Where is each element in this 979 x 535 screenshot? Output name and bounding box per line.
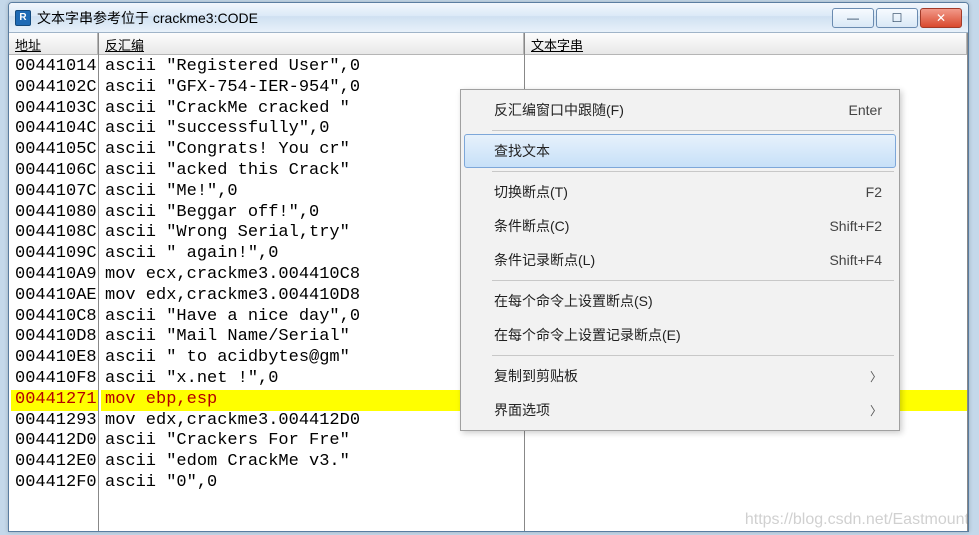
table-row[interactable]: 00441014 bbox=[11, 57, 98, 78]
app-icon: R bbox=[15, 10, 31, 26]
menu-shortcut: Shift+F2 bbox=[829, 218, 882, 234]
table-row[interactable]: ascii "0",0 bbox=[101, 473, 524, 494]
chevron-right-icon: 〉 bbox=[870, 368, 882, 385]
table-row[interactable]: ascii "Crackers For Fre" bbox=[101, 431, 524, 452]
header-text[interactable]: 文本字串 bbox=[525, 33, 967, 55]
menu-separator bbox=[492, 130, 894, 131]
table-row[interactable] bbox=[527, 431, 967, 452]
table-row[interactable]: 004410C8 bbox=[11, 307, 98, 328]
table-row[interactable]: 004412E0 bbox=[11, 452, 98, 473]
table-row[interactable]: 0044107C bbox=[11, 182, 98, 203]
menu-item[interactable]: 复制到剪贴板 〉 bbox=[464, 359, 896, 393]
context-menu: 反汇编窗口中跟随(F) Enter 查找文本切换断点(T) F2 条件断点(C) Shif… bbox=[460, 89, 900, 431]
menu-item-label: 条件断点(C) bbox=[494, 216, 569, 236]
menu-item[interactable]: 在每个命令上设置断点(S) bbox=[464, 284, 896, 318]
table-row[interactable]: ascii "Registered User",0 bbox=[101, 57, 524, 78]
window-controls: — ☐ ✕ bbox=[832, 8, 962, 28]
menu-separator bbox=[492, 355, 894, 356]
menu-item[interactable]: 条件断点(C) Shift+F2 bbox=[464, 209, 896, 243]
maximize-button[interactable]: ☐ bbox=[876, 8, 918, 28]
menu-item-label: 反汇编窗口中跟随(F) bbox=[494, 100, 624, 120]
menu-item[interactable]: 界面选项 〉 bbox=[464, 393, 896, 427]
menu-item-label: 条件记录断点(L) bbox=[494, 250, 595, 270]
table-row[interactable]: 00441271 bbox=[11, 390, 98, 411]
table-row[interactable]: 0044105C bbox=[11, 140, 98, 161]
table-row[interactable] bbox=[527, 57, 967, 78]
table-row[interactable] bbox=[527, 473, 967, 494]
address-rows[interactable]: 004410140044102C0044103C0044104C0044105C… bbox=[9, 55, 98, 494]
menu-item-label: 界面选项 bbox=[494, 400, 550, 420]
titlebar[interactable]: R 文本字串参考位于 crackme3:CODE — ☐ ✕ bbox=[9, 3, 968, 33]
menu-shortcut: Enter bbox=[849, 102, 882, 118]
menu-item-label: 在每个命令上设置记录断点(E) bbox=[494, 325, 681, 345]
chevron-right-icon: 〉 bbox=[870, 402, 882, 419]
menu-item-label: 查找文本 bbox=[494, 141, 550, 161]
window-title: 文本字串参考位于 crackme3:CODE bbox=[37, 8, 258, 28]
menu-item[interactable]: 查找文本 bbox=[464, 134, 896, 168]
menu-separator bbox=[492, 280, 894, 281]
menu-shortcut: F2 bbox=[866, 184, 882, 200]
watermark: https://blog.csdn.net/Eastmount bbox=[745, 511, 969, 529]
header-address[interactable]: 地址 bbox=[9, 33, 98, 55]
table-row[interactable]: 004410D8 bbox=[11, 327, 98, 348]
menu-item-label: 在每个命令上设置断点(S) bbox=[494, 291, 653, 311]
menu-separator bbox=[492, 171, 894, 172]
table-row[interactable]: 004412D0 bbox=[11, 431, 98, 452]
table-row[interactable]: 0044109C bbox=[11, 244, 98, 265]
menu-item-label: 切换断点(T) bbox=[494, 182, 568, 202]
table-row[interactable]: ascii "edom CrackMe v3." bbox=[101, 452, 524, 473]
table-row[interactable]: 0044106C bbox=[11, 161, 98, 182]
table-row[interactable]: 004410F8 bbox=[11, 369, 98, 390]
header-disasm[interactable]: 反汇编 bbox=[99, 33, 524, 55]
close-button[interactable]: ✕ bbox=[920, 8, 962, 28]
table-row[interactable]: 004410E8 bbox=[11, 348, 98, 369]
table-row[interactable]: 004410AE bbox=[11, 286, 98, 307]
menu-item[interactable]: 条件记录断点(L) Shift+F4 bbox=[464, 243, 896, 277]
minimize-button[interactable]: — bbox=[832, 8, 874, 28]
menu-item[interactable]: 反汇编窗口中跟随(F) Enter bbox=[464, 93, 896, 127]
table-row[interactable]: 0044108C bbox=[11, 223, 98, 244]
table-row[interactable]: 0044102C bbox=[11, 78, 98, 99]
table-row[interactable]: 00441080 bbox=[11, 203, 98, 224]
table-row[interactable]: 004412F0 bbox=[11, 473, 98, 494]
table-row[interactable] bbox=[527, 452, 967, 473]
column-address: 地址 004410140044102C0044103C0044104C00441… bbox=[9, 33, 99, 531]
menu-item[interactable]: 切换断点(T) F2 bbox=[464, 175, 896, 209]
table-row[interactable]: 0044104C bbox=[11, 119, 98, 140]
table-row[interactable]: 0044103C bbox=[11, 99, 98, 120]
menu-item-label: 复制到剪贴板 bbox=[494, 366, 578, 386]
menu-shortcut: Shift+F4 bbox=[829, 252, 882, 268]
menu-item[interactable]: 在每个命令上设置记录断点(E) bbox=[464, 318, 896, 352]
table-row[interactable]: 004410A9 bbox=[11, 265, 98, 286]
table-row[interactable]: 00441293 bbox=[11, 411, 98, 432]
